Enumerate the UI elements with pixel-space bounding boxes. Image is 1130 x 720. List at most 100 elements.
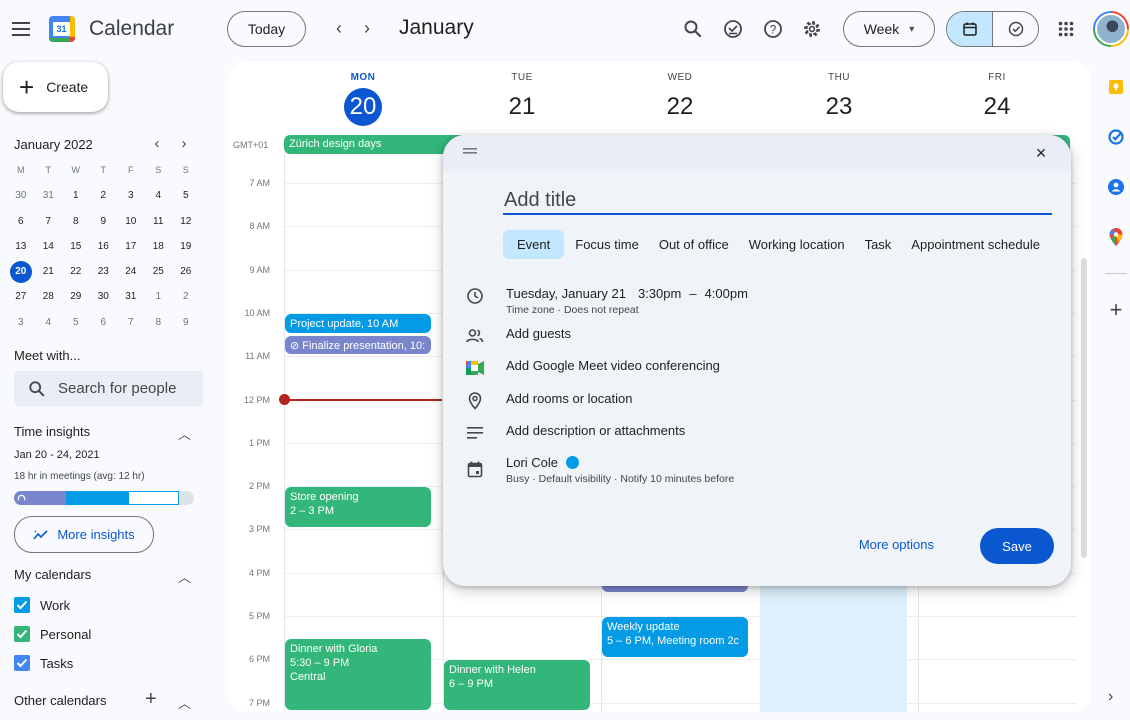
add-addon-button[interactable]: + (1105, 297, 1127, 322)
mini-calendar-day[interactable]: 2 (172, 284, 200, 309)
day-header-mon[interactable]: MON 20 (284, 72, 442, 126)
expand-side-panel-button[interactable]: › (1108, 688, 1113, 706)
contacts-button[interactable] (1105, 176, 1127, 198)
tasks-view-toggle[interactable] (993, 12, 1038, 46)
help-button[interactable]: ? (760, 16, 786, 42)
calendar-event[interactable]: Project update, 10 AM (285, 313, 431, 333)
mini-calendar-day[interactable]: 18 (145, 234, 173, 259)
tab-working-location[interactable]: Working location (740, 230, 854, 259)
mini-calendar-day[interactable]: 2 (90, 183, 118, 208)
event-end-time[interactable]: 4:00pm (705, 286, 748, 301)
mini-calendar-day[interactable]: 8 (62, 209, 90, 234)
mini-calendar-day[interactable]: 1 (145, 284, 173, 309)
mini-calendar-day[interactable]: 17 (117, 234, 145, 259)
previous-period-button[interactable]: ‹ (327, 17, 351, 41)
main-menu-button[interactable] (8, 16, 34, 42)
mini-calendar-day[interactable]: 27 (7, 284, 35, 309)
calendar-owner-row[interactable]: Lori Cole Busy · Default visibility · No… (463, 455, 734, 485)
mini-calendar-day[interactable]: 1 (62, 183, 90, 208)
mini-calendar-day[interactable]: 16 (90, 234, 118, 259)
scrollbar[interactable] (1081, 258, 1087, 558)
mini-calendar-day[interactable]: 3 (117, 183, 145, 208)
mini-calendar-day[interactable]: 14 (35, 234, 63, 259)
mini-calendar-day[interactable]: 6 (90, 310, 118, 335)
mini-calendar-prev-button[interactable]: ‹ (148, 135, 166, 152)
calendar-checkbox[interactable] (14, 626, 30, 642)
day-number[interactable]: 21 (443, 88, 601, 126)
time-insights-collapse-button[interactable]: ︿ (178, 424, 191, 443)
calendar-event[interactable]: Store opening 2 – 3 PM (285, 487, 431, 528)
mini-calendar-day[interactable]: 9 (90, 209, 118, 234)
save-button[interactable]: Save (980, 528, 1054, 564)
selected-time-slot[interactable] (760, 582, 907, 712)
event-date[interactable]: Tuesday, January 21 (506, 286, 626, 301)
calendar-view-toggle[interactable] (947, 12, 993, 46)
mini-calendar-day[interactable]: 30 (7, 183, 35, 208)
mini-calendar-day[interactable]: 23 (90, 259, 118, 284)
keep-button[interactable] (1105, 76, 1127, 98)
calendar-event[interactable]: ⊘ Finalize presentation, 10: (285, 335, 431, 355)
calendar-event[interactable]: Dinner with Gloria 5:30 – 9 PM Central (285, 638, 431, 710)
time-zone-repeat[interactable]: Time zone · Does not repeat (506, 304, 748, 316)
tasks-button[interactable] (1105, 126, 1127, 148)
mini-calendar-day[interactable]: 31 (117, 284, 145, 309)
add-meet-row[interactable]: Add Google Meet video conferencing (463, 358, 720, 378)
mini-calendar-today[interactable]: 20 (7, 259, 35, 284)
mini-calendar-day[interactable]: 21 (35, 259, 63, 284)
calendar-event[interactable]: Weekly update 5 – 6 PM, Meeting room 2c (602, 617, 748, 658)
search-button[interactable] (680, 16, 706, 42)
settings-button[interactable] (799, 16, 825, 42)
day-number[interactable]: 20 (284, 88, 442, 126)
mini-calendar-day[interactable]: 30 (90, 284, 118, 309)
close-dialog-button[interactable]: × (1031, 143, 1051, 164)
tab-task[interactable]: Task (856, 230, 901, 259)
calendar-item-personal[interactable]: Personal (14, 626, 91, 642)
mini-calendar-day[interactable]: 22 (62, 259, 90, 284)
day-header-thu[interactable]: THU 23 (760, 72, 918, 126)
mini-calendar-next-button[interactable]: › (175, 135, 193, 152)
day-header-wed[interactable]: WED 22 (601, 72, 759, 126)
day-header-fri[interactable]: FRI 24 (918, 72, 1076, 126)
more-insights-button[interactable]: More insights (14, 516, 154, 553)
google-apps-button[interactable] (1053, 16, 1079, 42)
mini-calendar-day[interactable]: 3 (7, 310, 35, 335)
search-people-input[interactable]: Search for people (14, 371, 203, 406)
tab-out-of-office[interactable]: Out of office (650, 230, 738, 259)
add-location-row[interactable]: Add rooms or location (463, 391, 632, 411)
mini-calendar-day[interactable]: 31 (35, 183, 63, 208)
mini-calendar-day[interactable]: 13 (7, 234, 35, 259)
add-guests-row[interactable]: Add guests (463, 326, 571, 346)
calendar-checkbox[interactable] (14, 597, 30, 613)
event-start-time[interactable]: 3:30pm (638, 286, 681, 301)
mini-calendar-day[interactable]: 4 (145, 183, 173, 208)
dialog-drag-bar[interactable]: × (443, 135, 1071, 171)
mini-calendar-day[interactable]: 26 (172, 259, 200, 284)
day-number[interactable]: 24 (918, 88, 1076, 126)
calendar-item-tasks[interactable]: Tasks (14, 655, 73, 671)
maps-button[interactable] (1105, 226, 1127, 248)
mini-calendar-day[interactable]: 5 (172, 183, 200, 208)
tab-appointment-schedule[interactable]: Appointment schedule (902, 230, 1049, 259)
status-button[interactable] (720, 16, 746, 42)
mini-calendar-day[interactable]: 15 (62, 234, 90, 259)
mini-calendar-day[interactable]: 28 (35, 284, 63, 309)
day-header-tue[interactable]: TUE 21 (443, 72, 601, 126)
day-number[interactable]: 23 (760, 88, 918, 126)
mini-calendar-day[interactable]: 11 (145, 209, 173, 234)
account-avatar[interactable] (1093, 11, 1129, 47)
tab-event[interactable]: Event (503, 230, 565, 259)
mini-calendar-day[interactable]: 7 (35, 209, 63, 234)
my-calendars-collapse-button[interactable]: ︿ (178, 567, 191, 586)
more-options-button[interactable]: More options (859, 537, 934, 552)
add-other-calendar-button[interactable]: + (145, 688, 157, 711)
mini-calendar-day[interactable]: 10 (117, 209, 145, 234)
mini-calendar-day[interactable]: 6 (7, 209, 35, 234)
create-button[interactable]: + Create (3, 62, 108, 112)
mini-calendar-day[interactable]: 25 (145, 259, 173, 284)
add-description-row[interactable]: Add description or attachments (463, 423, 685, 443)
mini-calendar-day[interactable]: 5 (62, 310, 90, 335)
next-period-button[interactable]: › (355, 17, 379, 41)
mini-calendar-day[interactable]: 7 (117, 310, 145, 335)
today-button[interactable]: Today (227, 11, 306, 47)
tab-focus-time[interactable]: Focus time (566, 230, 648, 259)
